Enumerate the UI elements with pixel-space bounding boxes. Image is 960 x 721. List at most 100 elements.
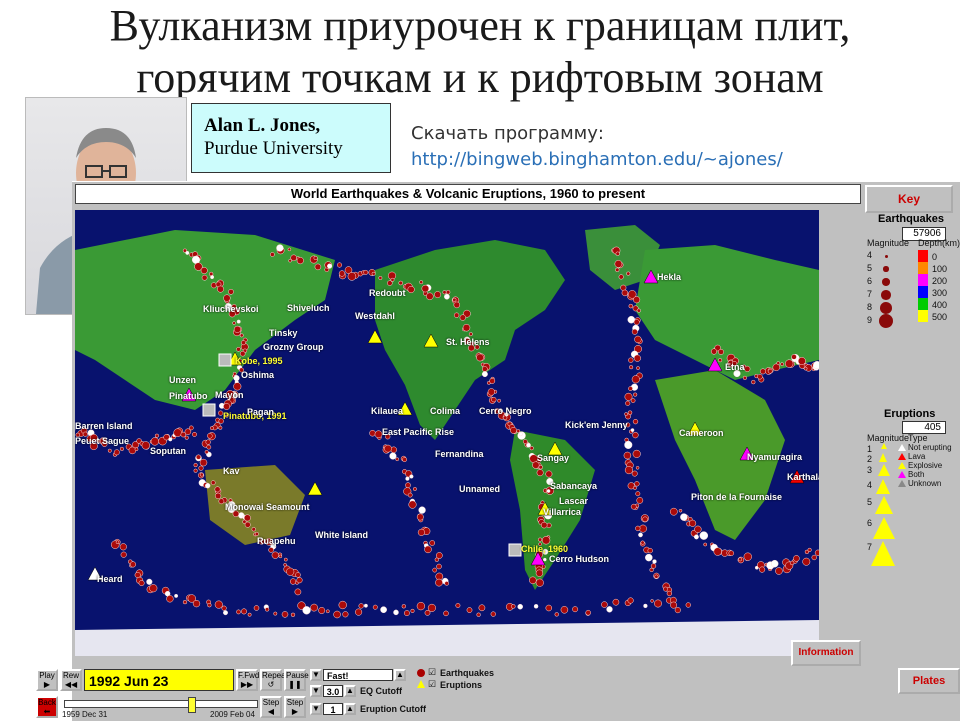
pause-button[interactable]: Pause ❚❚ bbox=[284, 669, 306, 691]
earthquake-marker bbox=[477, 613, 481, 617]
author-name: Alan L. Jones, bbox=[204, 114, 378, 137]
earthquake-marker bbox=[633, 432, 639, 438]
earthquake-marker bbox=[390, 453, 397, 460]
earthquake-marker bbox=[446, 290, 450, 294]
eruption-magnitude-triangle bbox=[873, 517, 895, 539]
earthquake-marker bbox=[426, 293, 433, 300]
eq-magnitude-dot bbox=[882, 278, 889, 285]
timeline-thumb[interactable] bbox=[188, 697, 196, 713]
label-kick-em-jenny: Kick'em Jenny bbox=[565, 420, 628, 430]
label-sabancaya: Sabancaya bbox=[550, 481, 597, 491]
earthquake-marker bbox=[572, 607, 577, 612]
earthquake-marker bbox=[120, 544, 127, 551]
eq-magnitude-dot bbox=[885, 255, 888, 258]
earthquake-marker bbox=[561, 606, 568, 613]
label-kliuchevskoi: Kliuchevskoi bbox=[203, 304, 259, 314]
earthquake-marker bbox=[628, 387, 632, 391]
eruption-layer-checkbox[interactable]: ☑ bbox=[428, 679, 436, 690]
key-button[interactable]: Key bbox=[865, 185, 953, 213]
earthquake-marker bbox=[169, 438, 173, 442]
earthquake-marker bbox=[348, 272, 356, 280]
depth-label: 200 bbox=[932, 276, 947, 286]
earthquake-marker bbox=[211, 283, 216, 288]
depth-swatch bbox=[918, 310, 928, 322]
earthquake-marker bbox=[704, 543, 707, 546]
fast-forward-button[interactable]: F.Fwd ▶▶ bbox=[236, 669, 258, 691]
timeline-start-date: 1959 Dec 31 bbox=[62, 710, 107, 719]
rewind-button[interactable]: Rew ◀◀ bbox=[60, 669, 82, 691]
label-cerro-hudson: Cerro Hudson bbox=[549, 554, 609, 564]
timeline-slider[interactable] bbox=[64, 700, 258, 708]
earthquake-marker bbox=[498, 399, 501, 402]
eq-cutoff-down-arrow[interactable]: ▼ bbox=[310, 685, 322, 697]
earthquake-marker bbox=[808, 548, 812, 552]
back-button[interactable]: Back ⬅ bbox=[36, 696, 58, 718]
label-piton: Piton de la Fournaise bbox=[691, 492, 782, 502]
earthquake-marker bbox=[199, 466, 204, 471]
earthquake-marker bbox=[419, 507, 426, 514]
play-label: Play bbox=[38, 671, 56, 680]
speed-down-arrow[interactable]: ▼ bbox=[310, 669, 322, 681]
eruption-cutoff-down-arrow[interactable]: ▼ bbox=[310, 703, 322, 715]
earthquake-marker bbox=[695, 526, 702, 533]
earthquake-marker bbox=[635, 336, 642, 343]
depth-swatch bbox=[918, 286, 928, 298]
information-button[interactable]: Information bbox=[791, 640, 861, 666]
label-etna: Etna bbox=[725, 362, 745, 372]
label-peuet-sague: Peuet Sague bbox=[75, 436, 129, 446]
earthquake-marker bbox=[675, 607, 681, 613]
eruption-magnitude-triangle bbox=[875, 496, 893, 514]
earthquake-marker bbox=[222, 606, 227, 611]
earthquake-marker bbox=[282, 611, 288, 617]
earthquake-marker bbox=[445, 581, 449, 585]
eq-cutoff-up-arrow[interactable]: ▲ bbox=[344, 685, 356, 697]
repeat-button[interactable]: Repeat ↺ bbox=[260, 669, 282, 691]
label-westdahl: Westdahl bbox=[355, 311, 395, 321]
earthquake-marker bbox=[700, 532, 708, 540]
earthquake-marker bbox=[343, 612, 349, 618]
earthquake-marker bbox=[297, 257, 304, 264]
label-monowai: Monowai Seamount bbox=[225, 502, 310, 512]
eruption-cutoff-value[interactable]: 1 bbox=[323, 703, 343, 715]
eq-cutoff-value[interactable]: 3.0 bbox=[323, 685, 343, 697]
earthquake-marker bbox=[215, 493, 221, 499]
speed-up-arrow[interactable]: ▲ bbox=[394, 669, 406, 681]
earthquake-marker bbox=[586, 610, 591, 615]
eq-cutoff-label: EQ Cutoff bbox=[360, 686, 402, 696]
play-button[interactable]: Play ▶ bbox=[36, 669, 58, 691]
earthquake-marker bbox=[655, 575, 659, 579]
earthquake-marker bbox=[130, 562, 136, 568]
earthquake-marker bbox=[399, 281, 403, 285]
earthquake-marker bbox=[813, 361, 819, 369]
earthquake-marker bbox=[120, 447, 124, 451]
step-back-button[interactable]: Step ◀ bbox=[260, 696, 282, 718]
earthquake-marker bbox=[196, 455, 201, 460]
earthquake-marker bbox=[288, 248, 291, 251]
earthquake-marker bbox=[193, 600, 200, 607]
earthquake-marker bbox=[192, 432, 196, 436]
plates-button[interactable]: Plates bbox=[898, 668, 960, 694]
download-link[interactable]: http://bingweb.binghamton.edu/~ajones/ bbox=[411, 146, 783, 174]
earthquake-marker bbox=[334, 611, 341, 618]
speed-select[interactable]: Fast! bbox=[323, 669, 393, 681]
major-quake-marker bbox=[219, 354, 231, 366]
earthquake-marker bbox=[744, 553, 752, 561]
world-map[interactable]: Hekla Redoubt Shiveluch Kliuchevskoi Wes… bbox=[75, 210, 819, 656]
earthquake-layer-checkbox[interactable]: ☑ bbox=[428, 667, 436, 678]
earthquake-marker bbox=[319, 607, 325, 613]
earthquake-marker bbox=[751, 380, 755, 384]
earthquake-marker bbox=[174, 594, 177, 597]
earthquake-marker bbox=[635, 526, 640, 531]
earthquake-marker bbox=[408, 493, 412, 497]
earthquake-marker bbox=[108, 449, 111, 452]
earthquake-marker bbox=[650, 568, 654, 572]
earthquake-marker bbox=[680, 514, 687, 521]
er-type-label: Type bbox=[908, 433, 928, 443]
eruption-cutoff-up-arrow[interactable]: ▲ bbox=[344, 703, 356, 715]
earthquake-marker bbox=[503, 416, 507, 420]
earthquake-marker bbox=[417, 602, 425, 610]
step-forward-button[interactable]: Step ▶ bbox=[284, 696, 306, 718]
major-quake-marker bbox=[203, 404, 215, 416]
earthquake-marker bbox=[194, 463, 198, 467]
earthquake-marker bbox=[543, 558, 546, 561]
